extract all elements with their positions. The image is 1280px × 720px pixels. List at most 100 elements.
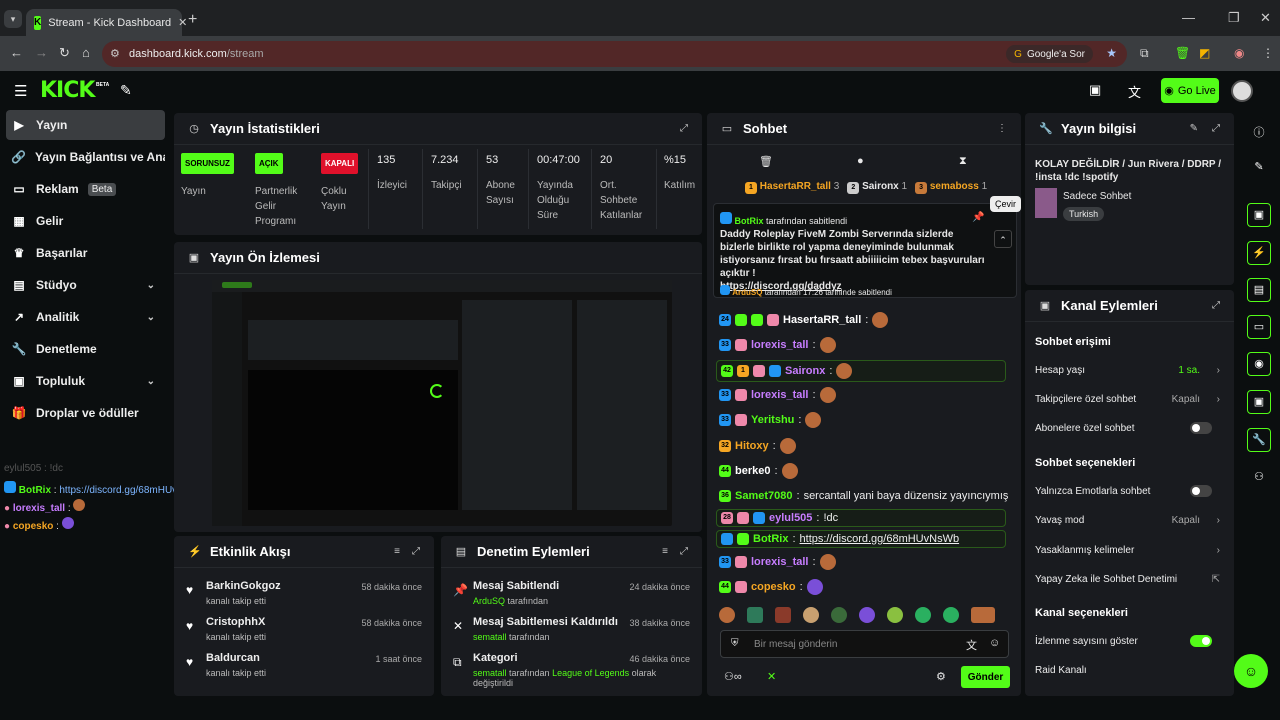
bookmark-star-icon[interactable]: ★ [1106, 46, 1117, 60]
expand-icon[interactable]: ⤢ [1212, 300, 1220, 311]
trash-icon[interactable]: 🗑 [759, 155, 773, 168]
show-viewers-toggle[interactable] [1190, 635, 1212, 647]
settings-gear-icon[interactable]: ⚙ [936, 670, 946, 683]
chat-message[interactable]: 44 copesko: [719, 579, 823, 595]
new-tab-button[interactable]: + [188, 11, 197, 29]
trash-extension-icon[interactable]: 🗑 [1175, 46, 1190, 60]
chat-message[interactable]: 33 lorexis_tall: [719, 554, 836, 570]
emote-icon[interactable] [859, 607, 875, 623]
chat-message[interactable]: 28 eylul505: !dc [716, 509, 1006, 527]
account-age-row[interactable]: Hesap yaşı 1 sa. › [1035, 359, 1224, 381]
sidebar-item-analitik[interactable]: ↗ Analitik ⌄ [6, 302, 165, 332]
expand-icon[interactable]: ⤢ [680, 123, 688, 134]
reload-button[interactable]: ↻ [59, 45, 70, 61]
edit-icon[interactable]: ✎ [1190, 123, 1198, 134]
kick-logo[interactable]: KICK [40, 78, 95, 103]
close-window-button[interactable]: ✕ [1260, 10, 1271, 26]
chat-widget-icon[interactable]: ▭ [1247, 315, 1271, 339]
kick-badge-icon[interactable]: ✕ [767, 670, 776, 683]
stream-preview-video[interactable] [212, 280, 672, 526]
sidebar-item-stream-key[interactable]: 🔗Yayın Bağlantısı ve Anahtar [6, 142, 165, 172]
sidebar-item-studyo[interactable]: ▤ Stüdyo ⌄ [6, 270, 165, 300]
chat-message[interactable]: 24 HasertaRR_tall: [719, 312, 889, 328]
emotes-only-toggle[interactable] [1190, 485, 1212, 497]
chat-bubble-icon[interactable]: ● [857, 155, 864, 167]
stream-info-widget-icon[interactable]: 🔧 [1247, 428, 1271, 452]
home-button[interactable]: ⌂ [82, 45, 90, 60]
emoji-icon[interactable]: ☺ [989, 637, 1000, 649]
browser-menu-icon[interactable]: ⋮ [1262, 46, 1274, 60]
chat-message[interactable]: 33 Yeritshu: [719, 412, 822, 428]
stats-widget-icon[interactable]: ▣ [1247, 203, 1271, 227]
avatar[interactable] [1231, 80, 1253, 102]
send-button[interactable]: Gönder [961, 666, 1010, 688]
filter-icon[interactable]: ≡ [662, 546, 668, 557]
emote-icon[interactable] [831, 607, 847, 623]
sidebar-item-yayin[interactable]: ▶ Yayın [6, 110, 165, 140]
sidebar-item-topluluk[interactable]: ▣ Topluluk ⌄ [6, 366, 165, 396]
expand-icon[interactable]: ⤢ [1212, 123, 1220, 134]
minimize-button[interactable]: — [1182, 10, 1195, 25]
emote-icon[interactable] [747, 607, 763, 623]
raid-row[interactable]: Raid Kanalı [1035, 659, 1224, 681]
sidebar-item-gelir[interactable]: ▦ Gelir [6, 206, 165, 236]
translate-tooltip[interactable]: Çevir [990, 196, 1021, 212]
hamburger-menu-icon[interactable]: ☰ [14, 82, 27, 100]
info-icon[interactable]: ⓘ [1238, 124, 1280, 140]
slow-mode-row[interactable]: Yavaş mod Kapalı › [1035, 509, 1224, 531]
chat-message[interactable]: 42 1 Saironx: [716, 360, 1006, 382]
sidebar-item-denetleme[interactable]: 🔧 Denetleme [6, 334, 165, 364]
more-options-icon[interactable]: ⋮ [997, 123, 1007, 134]
translate-icon[interactable]: 文 [966, 637, 977, 653]
translate-extension-icon[interactable]: ◩ [1199, 46, 1210, 60]
google-ask-button[interactable]: G Google'a Sor [1006, 45, 1093, 63]
chat-message[interactable]: 33 lorexis_tall: [719, 337, 836, 353]
obs-icon[interactable]: ▣ [1089, 82, 1101, 98]
back-button[interactable]: ← [10, 45, 23, 60]
maximize-button[interactable]: ❐ [1228, 10, 1240, 26]
emote-icon[interactable] [971, 607, 995, 623]
followers-only-row[interactable]: Takipçilere özel sohbet Kapalı › [1035, 388, 1224, 410]
emote-icon[interactable] [887, 607, 903, 623]
chat-message[interactable]: BotRix: https://discord.gg/68mHUvNsWb [716, 530, 1006, 548]
channel-widget-icon[interactable]: ▣ [1247, 390, 1271, 414]
ai-moderation-row[interactable]: Yapay Zeka ile Sohbet Denetimi ⇱ [1035, 568, 1224, 590]
moderation-widget-icon[interactable]: ▤ [1247, 278, 1271, 302]
chat-message[interactable]: 32 Hitoxy: [719, 438, 796, 454]
sidebar-item-basarilar[interactable]: ♛ Başarılar [6, 238, 165, 268]
emote-icon[interactable] [943, 607, 959, 623]
users-icon[interactable]: ⚇ [1238, 470, 1280, 483]
filter-icon[interactable]: ≡ [394, 546, 400, 557]
language-tag[interactable]: Turkish [1063, 207, 1105, 221]
activity-widget-icon[interactable]: ⚡ [1247, 241, 1271, 265]
translate-icon[interactable]: 文 [1128, 82, 1141, 101]
collapse-chevron-icon[interactable]: ⌃ [994, 230, 1012, 248]
pin-icon[interactable]: ✎ [120, 82, 132, 99]
browser-tab[interactable]: K Stream - Kick Dashboard ✕ [26, 9, 187, 36]
emote-icon[interactable] [803, 607, 819, 623]
users-icon[interactable]: ⚇∞ [724, 670, 742, 683]
profile-icon[interactable]: ◉ [1234, 46, 1244, 60]
expand-icon[interactable]: ⤢ [412, 546, 420, 557]
chat-message[interactable]: 44 berke0: [719, 463, 798, 479]
tab-search-button[interactable]: ▾ [4, 10, 22, 28]
address-bar[interactable]: ⚙ dashboard.kick.com/stream G Google'a So… [102, 41, 1127, 67]
go-live-button[interactable]: ◉ Go Live [1161, 78, 1219, 103]
forward-button[interactable]: → [35, 45, 48, 60]
hourglass-icon[interactable]: ⧗ [959, 155, 967, 168]
emote-icon[interactable] [775, 607, 791, 623]
sidebar-item-droplar[interactable]: 🎁 Droplar ve ödüller [6, 398, 165, 428]
emote-icon[interactable] [719, 607, 735, 623]
preview-widget-icon[interactable]: ◉ [1247, 352, 1271, 376]
site-info-icon[interactable]: ⚙ [110, 47, 120, 60]
edit-icon[interactable]: ✎ [1238, 160, 1280, 173]
sidebar-item-reklam[interactable]: ▭ Reklam Beta [6, 174, 165, 204]
category-name[interactable]: Sadece Sohbet [1063, 191, 1131, 202]
expand-icon[interactable]: ⤢ [680, 546, 688, 557]
emote-icon[interactable] [915, 607, 931, 623]
subs-only-toggle[interactable] [1190, 422, 1212, 434]
help-chat-button[interactable]: ☺ [1234, 654, 1268, 688]
chat-message[interactable]: 33 lorexis_tall: [719, 387, 836, 403]
banned-words-row[interactable]: Yasaklanmış kelimeler › [1035, 539, 1224, 561]
unpin-icon[interactable]: 📌 [972, 212, 984, 223]
